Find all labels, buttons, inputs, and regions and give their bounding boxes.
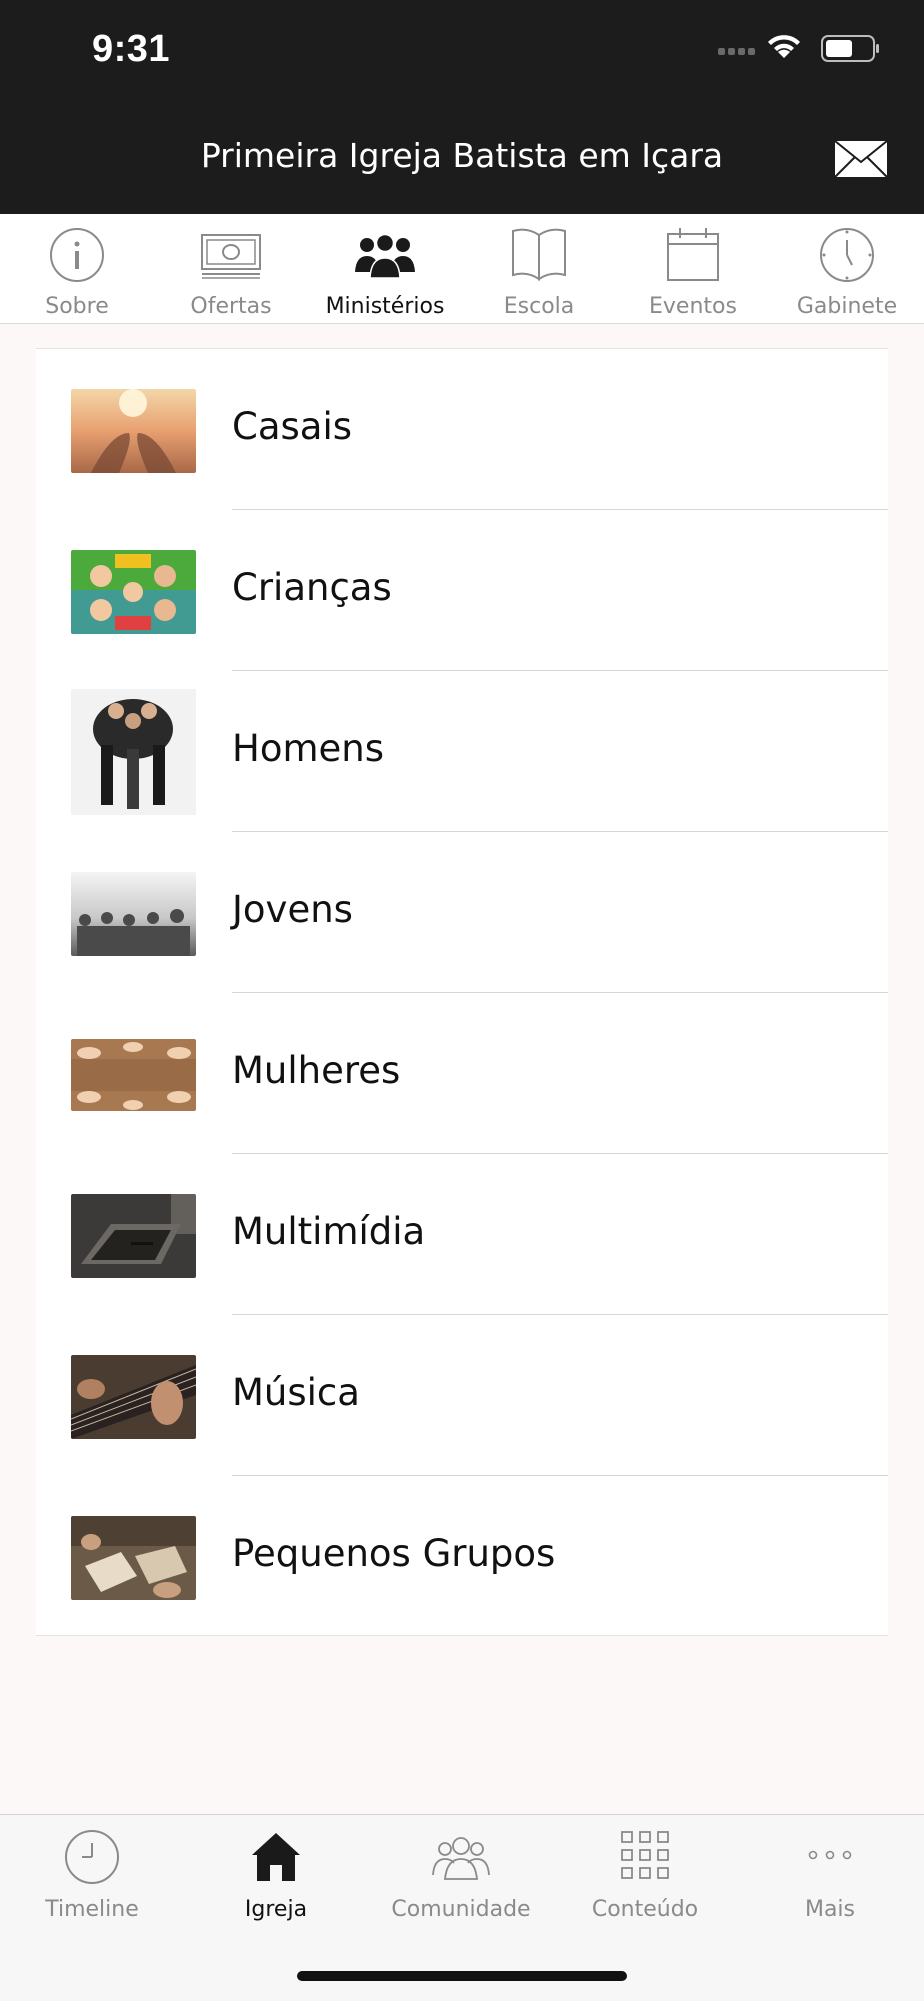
ministry-label: Música (232, 1371, 360, 1414)
community-icon (432, 1837, 490, 1880)
list-item[interactable]: Música (36, 1315, 888, 1476)
tab-comunidade[interactable]: Comunidade (369, 1815, 553, 1935)
list-item[interactable]: Homens (36, 671, 888, 832)
ministry-label: Multimídia (232, 1210, 426, 1253)
clock-icon (65, 1830, 119, 1884)
book-icon (512, 228, 566, 281)
tab-label: Ministérios (325, 294, 445, 319)
tab-ministerios[interactable]: Ministérios (308, 214, 462, 323)
ministry-label: Homens (232, 727, 384, 770)
signal-icon (718, 48, 755, 55)
status-icons (718, 35, 879, 62)
ministry-tabs: Sobre Ofertas Ministérios Escola Eventos… (0, 214, 924, 324)
tab-label: Sobre (45, 294, 109, 319)
tab-label: Conteúdo (591, 1897, 699, 1922)
tab-label: Igreja (244, 1897, 308, 1922)
list-item[interactable]: Mulheres (36, 993, 888, 1154)
thumbnail-image (71, 1194, 196, 1278)
list-item[interactable]: Casais (36, 349, 888, 510)
thumbnail-image (71, 1355, 196, 1439)
tab-label: Timeline (45, 1897, 139, 1922)
grid-icon (621, 1831, 669, 1879)
status-bar: 9:31 (0, 0, 924, 100)
status-time: 9:31 (92, 28, 171, 70)
more-icon (808, 1850, 852, 1860)
list-item[interactable]: Jovens (36, 832, 888, 993)
envelope-icon[interactable] (834, 140, 888, 178)
wifi-icon (768, 35, 800, 58)
ministry-label: Mulheres (232, 1049, 401, 1092)
thumbnail-image (71, 389, 196, 473)
tab-label: Mais (804, 1897, 856, 1922)
thumbnail-image (71, 872, 196, 956)
tab-label: Gabinete (796, 294, 898, 319)
ministry-label: Pequenos Grupos (232, 1532, 556, 1575)
tab-sobre[interactable]: Sobre (0, 214, 154, 323)
tab-ofertas[interactable]: Ofertas (154, 214, 308, 323)
thumbnail-image (71, 1516, 196, 1600)
tab-label: Comunidade (391, 1897, 531, 1922)
tab-igreja[interactable]: Igreja (184, 1815, 368, 1935)
thumbnail-image (71, 550, 196, 634)
money-icon (201, 234, 261, 279)
people-group-icon (355, 234, 415, 278)
tab-timeline[interactable]: Timeline (0, 1815, 184, 1935)
ministry-label: Crianças (232, 566, 392, 609)
navigation-bar: Primeira Igreja Batista em Içara (0, 100, 924, 214)
tab-conteudo[interactable]: Conteúdo (553, 1815, 737, 1935)
tab-label: Eventos (649, 294, 737, 319)
home-indicator (297, 1971, 627, 1981)
tab-escola[interactable]: Escola (462, 214, 616, 323)
tab-label: Escola (503, 294, 575, 319)
ministries-list: Casais Crianças Homens Jovens Mulheres M… (36, 348, 888, 1636)
list-item[interactable]: Multimídia (36, 1154, 888, 1315)
thumbnail-image (71, 1039, 196, 1111)
list-item[interactable]: Pequenos Grupos (36, 1476, 888, 1637)
ministry-label: Jovens (232, 888, 353, 931)
clock-icon (820, 228, 874, 282)
tab-gabinete[interactable]: Gabinete (770, 214, 924, 323)
list-item[interactable]: Crianças (36, 510, 888, 671)
thumbnail-image (71, 689, 196, 815)
tab-eventos[interactable]: Eventos (616, 214, 770, 323)
info-icon (50, 228, 104, 282)
tab-label: Ofertas (190, 294, 272, 319)
tab-mais[interactable]: Mais (738, 1815, 922, 1935)
ministry-label: Casais (232, 405, 353, 448)
calendar-icon (667, 228, 719, 281)
home-icon (252, 1833, 300, 1881)
page-title: Primeira Igreja Batista em Içara (200, 136, 724, 175)
battery-icon (821, 35, 879, 62)
